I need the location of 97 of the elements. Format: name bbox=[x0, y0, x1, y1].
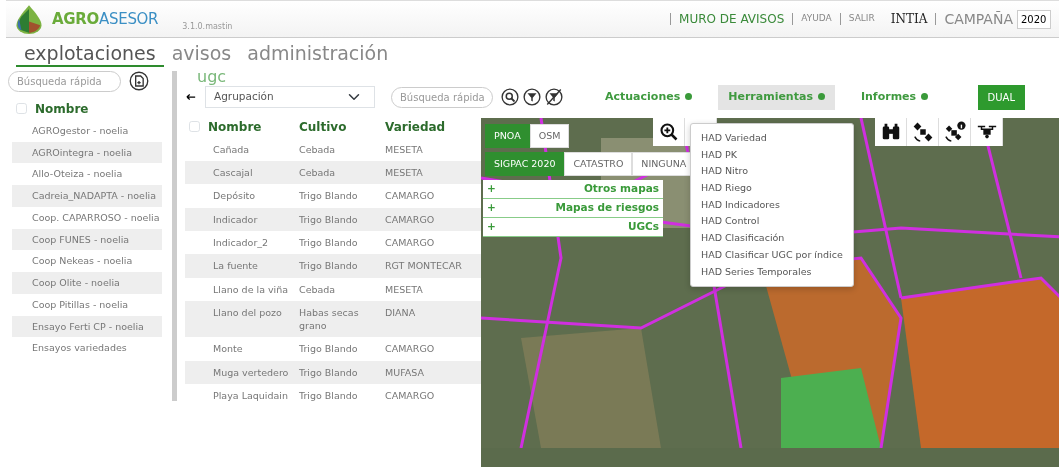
group-select[interactable]: Agrupación bbox=[205, 86, 375, 109]
scrollbar[interactable] bbox=[172, 70, 177, 401]
campaign-field[interactable]: 2020 bbox=[1017, 9, 1051, 29]
expand-toggle[interactable]: + bbox=[487, 200, 496, 216]
layer-panel-title: UGCs bbox=[627, 218, 659, 234]
table-cell: Cebada bbox=[295, 137, 381, 162]
column-header: Nombre bbox=[208, 118, 262, 136]
add-document-icon[interactable] bbox=[129, 71, 149, 92]
table-cell: La fuente bbox=[185, 254, 295, 278]
column-header: Variedad bbox=[385, 118, 446, 136]
user-name: INTIA bbox=[890, 11, 928, 28]
menu-item[interactable]: HAD Control bbox=[691, 213, 853, 231]
leaf-logo-icon bbox=[14, 3, 44, 35]
table-cell: Cascajal bbox=[185, 161, 295, 185]
table-cell: Trigo Blando bbox=[295, 337, 381, 361]
select-all-checkbox[interactable] bbox=[16, 103, 27, 115]
table-cell: MESETA bbox=[381, 277, 481, 301]
layer-panel-header[interactable]: + Otros mapas bbox=[483, 180, 663, 200]
table-cell: CAMARGO bbox=[381, 384, 481, 408]
menu-item[interactable]: HAD Variedad bbox=[691, 129, 853, 147]
notice-board-link[interactable]: MURO DE AVISOS bbox=[679, 10, 785, 28]
table-cell: Depósito bbox=[185, 184, 295, 208]
table-cell: Llano del pozo bbox=[185, 300, 295, 338]
satellite-icon[interactable] bbox=[911, 120, 934, 143]
table-cell: Cebada bbox=[295, 161, 381, 185]
table-cell: Habas secas grano bbox=[295, 300, 381, 338]
table-cell: Trigo Blando bbox=[295, 207, 381, 231]
view-mode-button[interactable]: DUAL bbox=[977, 84, 1025, 110]
table-cell: Cebada bbox=[295, 277, 381, 301]
main-tab[interactable]: explotaciones bbox=[16, 42, 164, 67]
table-cell: CAMARGO bbox=[381, 184, 481, 208]
table-cell: Llano de la viña bbox=[185, 277, 295, 301]
table-cell: RGT MONTECAR bbox=[381, 254, 481, 278]
table-cell: DIANA bbox=[381, 300, 481, 338]
layer-toggle[interactable]: CATASTRO bbox=[564, 152, 633, 177]
back-arrow-icon[interactable] bbox=[185, 92, 197, 103]
menu-item[interactable]: HAD Clasificación bbox=[691, 230, 853, 247]
version-text: 3.1.0.mastin bbox=[182, 21, 233, 33]
search-field[interactable]: Búsqueda rápida bbox=[8, 70, 121, 92]
farm-list-item[interactable]: Cadreia_NADAPTA - noelia bbox=[12, 185, 163, 207]
header-link[interactable]: SALIR bbox=[848, 12, 875, 26]
farm-list-item[interactable]: Coop FUNES - noelia bbox=[12, 228, 163, 251]
clear-filter-icon[interactable] bbox=[545, 88, 563, 107]
menu-item[interactable]: HAD Series Temporales bbox=[691, 263, 853, 281]
farm-list-item[interactable]: AGROintegra - noelia bbox=[12, 141, 163, 164]
table-cell: CAMARGO bbox=[381, 337, 481, 361]
search-icon[interactable] bbox=[501, 88, 519, 107]
search-field[interactable]: Búsqueda rápida bbox=[391, 86, 493, 108]
farm-list-item[interactable]: Coop. CAPARROSO - noelia bbox=[12, 206, 163, 229]
menu-item[interactable]: HAD Riego bbox=[691, 179, 853, 197]
table-cell: Trigo Blando bbox=[295, 360, 381, 385]
farm-list-item[interactable]: AGROgestor - noelia bbox=[12, 119, 163, 142]
header-link[interactable]: AYUDA bbox=[801, 12, 832, 26]
column-header: Nombre bbox=[35, 100, 89, 118]
table-cell: MUFASA bbox=[381, 360, 481, 385]
filter-icon[interactable] bbox=[523, 88, 541, 107]
table-cell: Trigo Blando bbox=[295, 384, 381, 408]
farm-list-item[interactable]: Ensayo Ferti CP - noelia bbox=[12, 315, 163, 338]
main-tab[interactable]: administración bbox=[239, 42, 397, 67]
table-cell: Trigo Blando bbox=[295, 231, 381, 255]
section-title: ugc bbox=[197, 68, 228, 85]
menu-tab[interactable]: Informes bbox=[850, 85, 939, 110]
expand-toggle[interactable]: + bbox=[487, 218, 496, 235]
menu-item[interactable]: HAD Clasificar UGC por índice bbox=[691, 246, 853, 264]
table-cell: Indicador_2 bbox=[185, 231, 295, 255]
layer-toggle[interactable]: SIGPAC 2020 bbox=[485, 152, 565, 177]
select-all-checkbox[interactable] bbox=[189, 121, 200, 133]
menu-tab[interactable]: Actuaciones bbox=[595, 85, 703, 110]
farm-list-item[interactable]: Coop Olite - noelia bbox=[12, 272, 163, 294]
layer-toggle[interactable]: PNOA bbox=[485, 123, 530, 149]
menu-tab[interactable]: Herramientas bbox=[718, 85, 835, 110]
brand-logo-text: AGROASESOR bbox=[52, 8, 159, 30]
zoom-in-icon[interactable] bbox=[658, 121, 679, 142]
table-cell: MESETA bbox=[381, 137, 481, 162]
table-cell: Muga vertedero bbox=[185, 360, 295, 385]
table-cell: Cañada bbox=[185, 137, 295, 162]
table-cell: Trigo Blando bbox=[295, 184, 381, 208]
layer-panel-title: Otros mapas bbox=[583, 181, 659, 197]
layer-panel-title: Mapas de riesgos bbox=[555, 200, 659, 216]
table-cell: CAMARGO bbox=[381, 231, 481, 255]
farm-list-item[interactable]: Allo-Oteiza - noelia bbox=[12, 163, 163, 186]
expand-toggle[interactable]: + bbox=[487, 181, 496, 198]
table-cell: MESETA bbox=[381, 161, 481, 185]
column-header: Cultivo bbox=[299, 118, 347, 136]
table-cell: Trigo Blando bbox=[295, 254, 381, 278]
campaign-label: CAMPAÑA bbox=[944, 9, 1013, 29]
table-cell: Monte bbox=[185, 337, 295, 361]
farm-list-item[interactable]: Ensayos variedades bbox=[12, 337, 163, 360]
table-cell: Playa Laquidain bbox=[185, 384, 295, 408]
farm-list-item[interactable]: Coop Nekeas - noelia bbox=[12, 250, 163, 273]
table-cell: CAMARGO bbox=[381, 207, 481, 231]
satellite-info-icon[interactable] bbox=[943, 120, 966, 143]
main-tab[interactable]: avisos bbox=[163, 42, 240, 67]
table-cell: Indicador bbox=[185, 207, 295, 231]
farm-list-item[interactable]: Coop Pitillas - noelia bbox=[12, 293, 163, 316]
layer-panel-header[interactable]: + Mapas de riesgos bbox=[483, 199, 663, 218]
menu-item[interactable]: HAD Indicadores bbox=[691, 196, 853, 214]
